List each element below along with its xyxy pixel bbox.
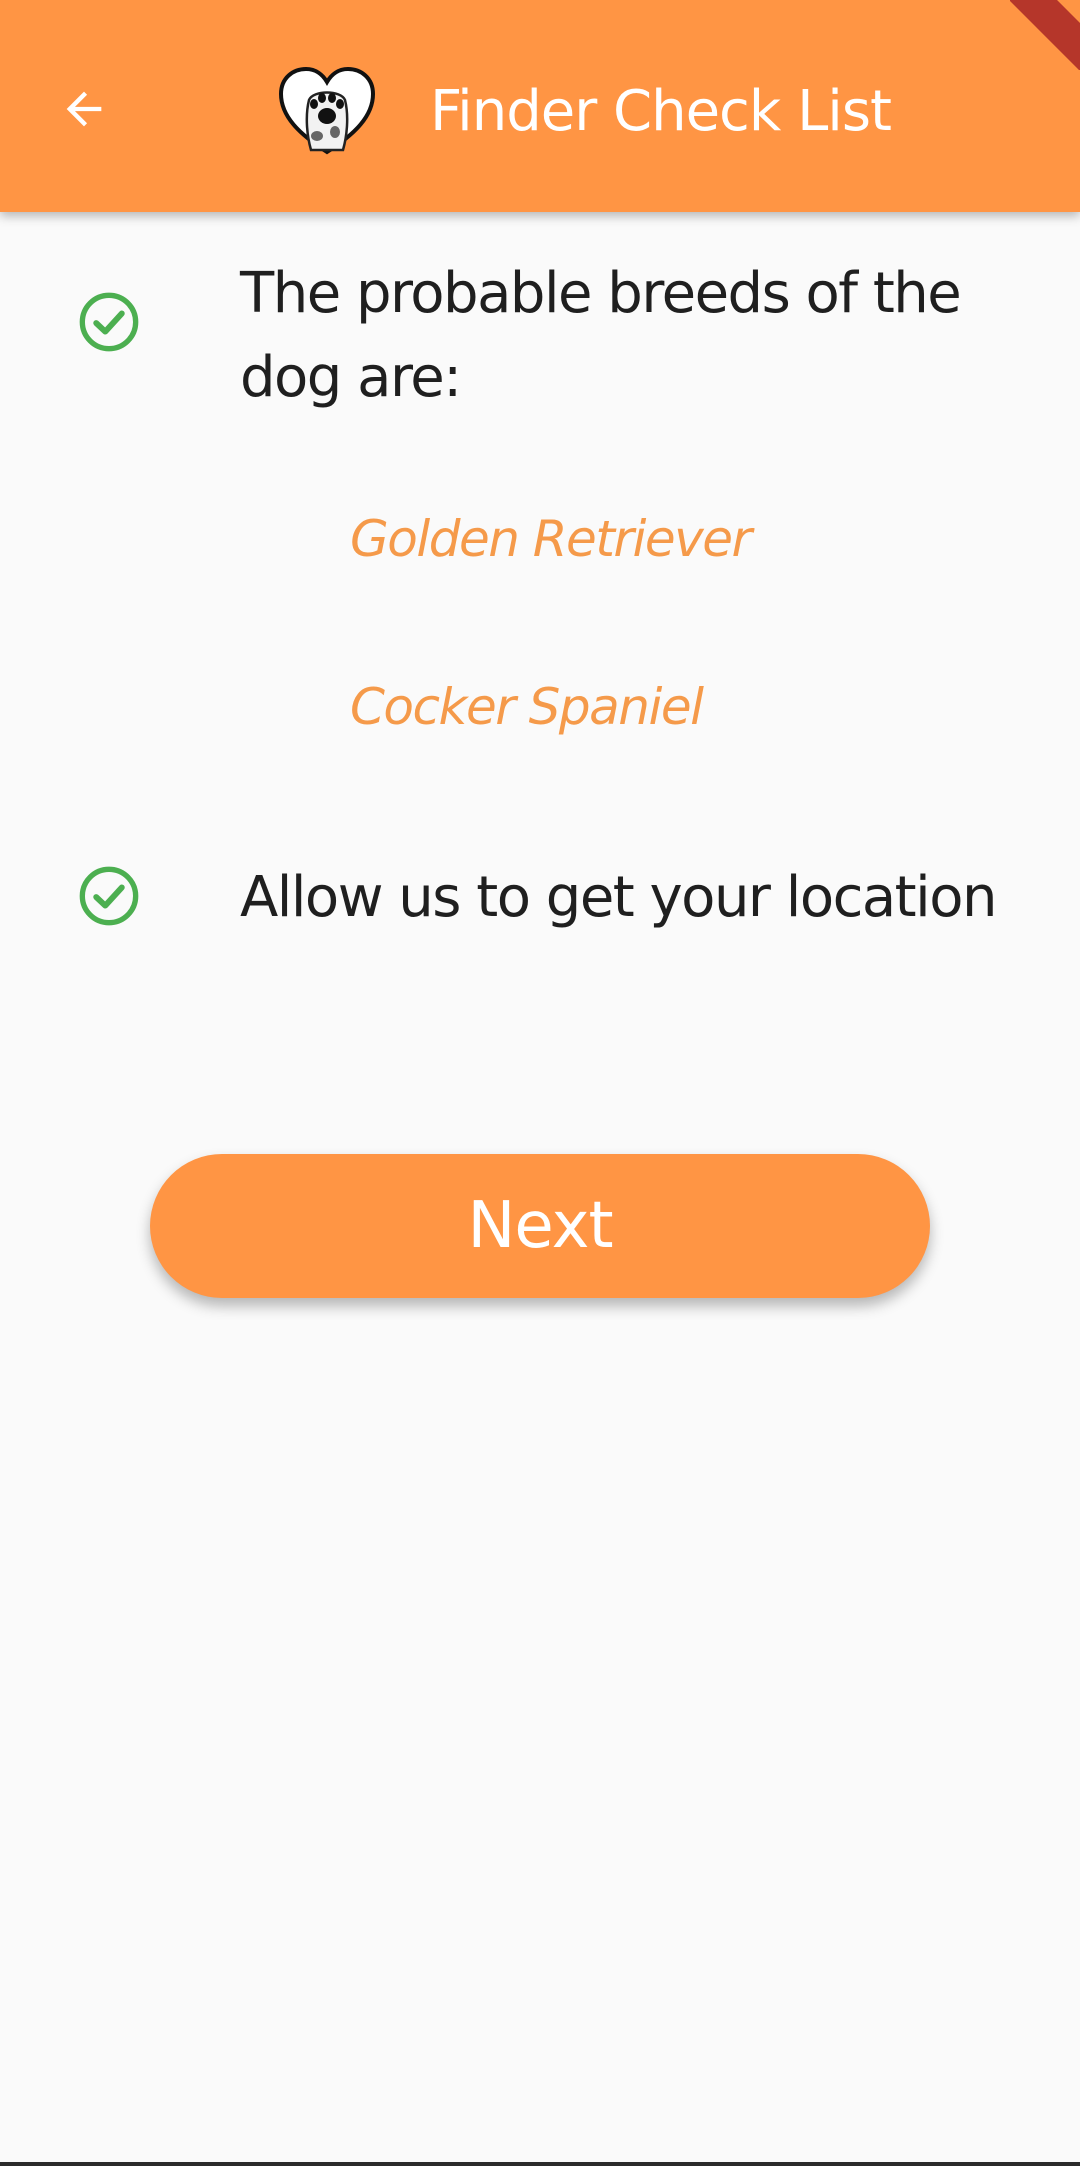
check-circle-icon [79, 292, 139, 352]
breed-item: Golden Retriever [350, 510, 752, 568]
check-circle-icon [79, 866, 139, 926]
app-title: Finder Check List [430, 79, 892, 144]
app-bar: Finder Check List [0, 0, 1080, 212]
finder-check-list-screen: Finder Check List The probable breeds of… [0, 0, 1080, 2166]
back-button[interactable] [50, 75, 118, 143]
arrow-left-icon [66, 91, 102, 127]
debug-banner [1010, 0, 1080, 70]
heart-paw-logo [278, 66, 376, 155]
breed-item: Cocker Spaniel [350, 678, 704, 736]
checklist-item-breeds-text: The probable breeds of the dog are: [240, 261, 962, 410]
next-button[interactable]: Next [150, 1154, 930, 1298]
bottom-divider [0, 2162, 1080, 2166]
checklist-item-location-text: Allow us to get your location [240, 865, 997, 930]
